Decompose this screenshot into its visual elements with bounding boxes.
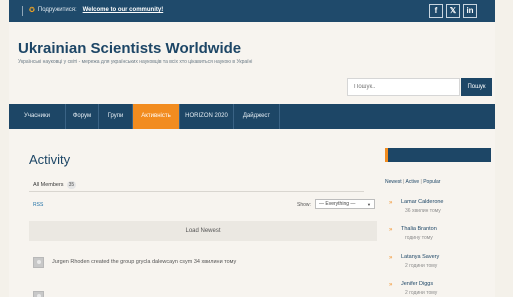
site-title[interactable]: Ukrainian Scientists Worldwide [18,40,241,57]
count-badge: 35 [66,181,77,189]
member-last-active: 2 години тому [405,290,438,296]
nav-item-groups[interactable]: Групи [99,104,133,129]
activity-text: Jurgen Rhoden created the group grycla d… [52,259,237,265]
member-list-item: » Jenifer Diggs 2 години тому [389,281,491,297]
top-bar: ✪ Подружитися: Welcome to our community!… [9,0,495,22]
search-input[interactable] [347,78,460,96]
join-callout: ✪ Подружитися: Welcome to our community! [29,6,163,14]
member-list-item: » Lamar Calderone 36 хвилин тому [389,199,491,219]
nav-item-forum[interactable]: Форум [66,104,99,129]
bullet-icon: » [389,282,393,288]
linkedin-icon[interactable]: in [463,4,477,18]
nav-item-digest[interactable]: Дайджест [234,104,280,129]
chevron-down-icon: ▼ [367,201,371,207]
nav-item-activity[interactable]: Активність [133,104,180,129]
bullet-icon: » [389,200,393,206]
activity-item: Jurgen Rhoden created the group grycla d… [33,255,236,269]
member-last-active: 2 години тому [405,263,438,269]
member-list-item: » Thalia Branton годину тому [389,226,491,246]
tab-newest[interactable]: Newest [385,179,402,185]
member-filter-tabs: Newest | Active | Popular [385,179,441,185]
member-last-active: годину тому [405,235,433,241]
tab-divider [29,191,364,192]
member-last-active: 36 хвилин тому [405,208,441,214]
twitter-icon[interactable]: 𝕏 [446,4,460,18]
activity-item [33,289,52,297]
bullet-icon: » [389,255,393,261]
member-name[interactable]: Latanya Savery [401,254,439,260]
member-name[interactable]: Jenifer Diggs [401,281,433,287]
tab-active[interactable]: Active [406,179,420,185]
nav-item-members[interactable]: Учасники [9,104,66,129]
bullet-icon: » [389,227,393,233]
avatar[interactable] [33,290,44,297]
star-icon: ✪ [29,7,35,14]
page-title: Activity [29,152,71,167]
member-name[interactable]: Lamar Calderone [401,199,444,205]
social-links: f 𝕏 in [429,4,477,18]
nav-item-horizon-2020[interactable]: HORIZON 2020 [180,104,234,129]
page: ✪ Подружитися: Welcome to our community!… [9,0,495,297]
members-widget-header [385,148,491,162]
load-newest-button[interactable]: Load Newest [29,221,377,241]
tab-popular[interactable]: Popular [423,179,440,185]
member-name[interactable]: Thalia Branton [401,226,437,232]
search-button[interactable]: Пошук [461,78,492,96]
filter-selected-value: — Everything — [319,201,356,207]
facebook-icon[interactable]: f [429,4,443,18]
main-nav: Учасники Форум Групи Активність HORIZON … [9,104,495,129]
rss-link[interactable]: RSS [33,202,43,208]
member-list-item: » Latanya Savery 2 години тому [389,254,491,274]
join-label: Подружитися: [37,7,77,13]
site-tagline: Українські науковці у світі - мережа для… [18,59,253,65]
community-link[interactable]: Welcome to our community! [83,7,164,13]
activity-filter-select[interactable]: — Everything — ▼ [315,199,375,209]
tab-all-members[interactable]: All Members 35 [33,181,77,189]
avatar[interactable] [33,256,44,268]
topbar-divider [22,6,23,16]
tab-label: All Members [33,182,64,188]
show-filter-label: Show: [297,202,311,208]
